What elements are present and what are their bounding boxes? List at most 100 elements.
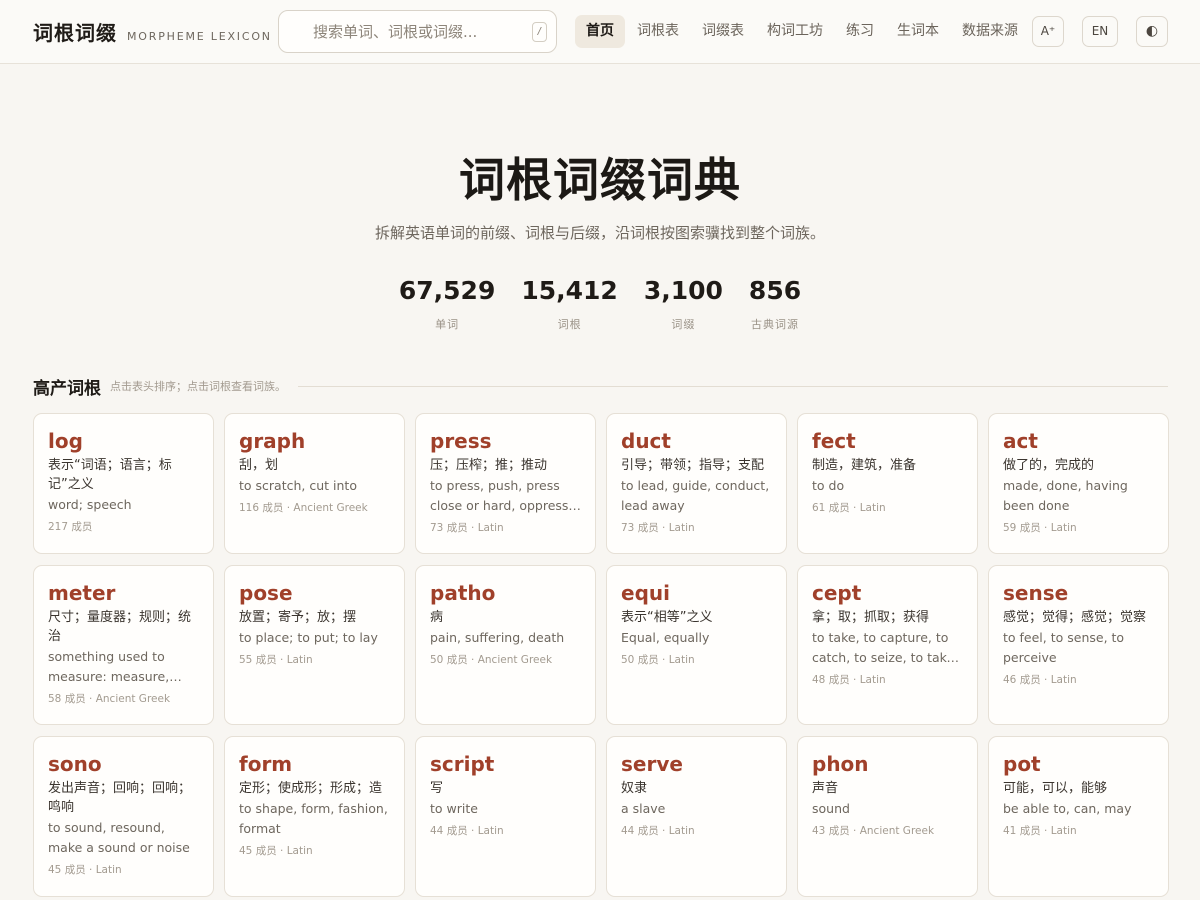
root-card-script[interactable]: script 写 to write 44 成员 · Latin [415, 736, 596, 897]
theme-toggle-icon[interactable]: ◐ [1136, 16, 1168, 47]
section-divider [298, 385, 1168, 387]
root-card-meaning-cn: 制造，建筑，准备 [812, 458, 917, 473]
root-card-title: fect [812, 429, 856, 453]
root-card-title: sense [1003, 581, 1069, 605]
root-card-meta: 44 成员 · Latin [621, 825, 695, 837]
root-card-meta: 55 成员 · Latin [239, 654, 313, 666]
root-card-meaning-cn: 可能，可以，能够 [1003, 781, 1108, 796]
root-card-duct[interactable]: duct 引导；带领；指导；支配 to lead, guide, conduct, … [606, 413, 787, 554]
root-card-meaning-cn: 做了的，完成的 [1003, 458, 1095, 473]
root-card-meaning-en: word; speech [48, 497, 132, 512]
nav-vocabulary-book[interactable]: 生词本 [886, 15, 950, 48]
root-card-meaning-cn: 表示“词语；语言；标记”之义 [48, 458, 172, 492]
root-card-meaning-en: made, done, having been done [1003, 478, 1128, 513]
root-card-meta: 73 成员 · Latin [430, 522, 504, 534]
root-card-press[interactable]: press 压；压榨；推；推动 to press, push, press clos… [415, 413, 596, 554]
root-card-log[interactable]: log 表示“词语；语言；标记”之义 word; speech 217 成员 [33, 413, 214, 554]
root-card-meaning-en: to take, to capture, to catch, to seize,… [812, 630, 955, 665]
root-card-meaning-cn: 病 [430, 610, 444, 625]
root-card-meaning-cn: 尺寸；量度器；规则；统治 [48, 610, 192, 644]
root-card-meaning-en: something used to measure: measure, rule… [48, 649, 170, 684]
stat-label: 词根 [557, 318, 582, 331]
root-card-meaning-en: Equal, equally [621, 630, 710, 645]
root-card-meta: 45 成员 · Latin [48, 864, 122, 876]
language-toggle-button[interactable]: EN [1082, 16, 1118, 47]
root-card-meta: 45 成员 · Latin [239, 845, 313, 857]
root-card-meta: 46 成员 · Latin [1003, 674, 1077, 686]
nav-data-sources[interactable]: 数据来源 [951, 15, 1029, 48]
root-card-pot[interactable]: pot 可能，可以，能够 be able to, can, may 41 成员 · L… [988, 736, 1169, 897]
root-card-title: press [430, 429, 492, 453]
root-card-phon[interactable]: phon 声音 sound 43 成员 · Ancient Greek [797, 736, 978, 897]
root-card-meaning-en: sound [812, 801, 850, 816]
root-card-title: phon [812, 752, 869, 776]
stat-value: 3,100 [643, 276, 723, 305]
root-card-meaning-cn: 刮，划 [239, 458, 279, 473]
root-card-meter[interactable]: meter 尺寸；量度器；规则；统治 something used to measu… [33, 565, 214, 725]
root-card-meaning-cn: 压；压榨；推；推动 [430, 458, 548, 473]
root-card-meta: 116 成员 · Ancient Greek [239, 502, 368, 514]
root-card-title: form [239, 752, 293, 776]
root-card-graph[interactable]: graph 刮，划 to scratch, cut into 116 成员 · Anc… [224, 413, 405, 554]
top-bar: 词根词缀 MORPHEME LEXICON / 首页 词根表 词缀表 构词工坊 … [0, 0, 1200, 64]
nav-home[interactable]: 首页 [575, 15, 625, 48]
root-card-meta: 217 成员 [48, 521, 93, 533]
brand-subtitle: MORPHEME LEXICON [127, 30, 272, 43]
root-card-fect[interactable]: fect 制造，建筑，准备 to do 61 成员 · Latin [797, 413, 978, 554]
search-icon [293, 25, 305, 37]
root-card-meaning-cn: 发出声音；回响；回响；鸣响 [48, 781, 192, 815]
section-header: 高产词根 点击表头排序；点击词根查看词族。 [33, 374, 1168, 399]
hero-subtitle: 拆解英语单词的前缀、词根与后缀，沿词根按图索骥找到整个词族。 [374, 224, 825, 242]
root-card-title: graph [239, 429, 306, 453]
root-card-meta: 44 成员 · Latin [430, 825, 504, 837]
stats-row: 67,529 单词 15,412 词根 3,100 词缀 856 古典词源 [0, 276, 1200, 332]
root-card-serve[interactable]: serve 奴隶 a slave 44 成员 · Latin [606, 736, 787, 897]
root-card-meaning-cn: 奴隶 [621, 781, 648, 796]
root-card-meta: 41 成员 · Latin [1003, 825, 1077, 837]
nav-practice[interactable]: 练习 [835, 15, 885, 48]
stat-value: 15,412 [521, 276, 618, 305]
root-card-meaning-en: to sound, resound, make a sound or noise [48, 820, 190, 855]
nav-roots[interactable]: 词根表 [626, 15, 690, 48]
root-card-title: sono [48, 752, 102, 776]
root-card-title: script [430, 752, 495, 776]
nav-affixes[interactable]: 词缀表 [691, 15, 755, 48]
root-card-act[interactable]: act 做了的，完成的 made, done, having been done 59… [988, 413, 1169, 554]
root-card-title: meter [48, 581, 116, 605]
root-card-meta: 50 成员 · Ancient Greek [430, 654, 553, 666]
brand[interactable]: 词根词缀 MORPHEME LEXICON [33, 17, 272, 46]
nav-word-workshop[interactable]: 构词工坊 [756, 15, 834, 48]
stat-label: 词缀 [671, 318, 696, 331]
root-card-meaning-en: a slave [621, 801, 666, 816]
root-card-form[interactable]: form 定形；使成形；形成；造 to shape, form, fashion, … [224, 736, 405, 897]
root-card-meaning-en: to lead, guide, conduct, lead away [621, 478, 770, 513]
root-card-meaning-en: to feel, to sense, to perceive [1003, 630, 1125, 665]
root-card-patho[interactable]: patho 病 pain, suffering, death 50 成员 · Anci… [415, 565, 596, 725]
font-size-button[interactable]: A⁺ [1032, 16, 1064, 47]
root-card-meaning-cn: 表示“相等”之义 [621, 610, 713, 625]
root-card-pose[interactable]: pose 放置；寄予；放；摆 to place; to put; to lay 55 … [224, 565, 405, 725]
root-card-meta: 50 成员 · Latin [621, 654, 695, 666]
root-card-meta: 43 成员 · Ancient Greek [812, 825, 935, 837]
root-card-cept[interactable]: cept 拿；取；抓取；获得 to take, to capture, to cat… [797, 565, 978, 725]
root-card-sense[interactable]: sense 感觉；觉得；感觉；觉察 to feel, to sense, to pe… [988, 565, 1169, 725]
root-card-sono[interactable]: sono 发出声音；回响；回响；鸣响 to sound, resound, make… [33, 736, 214, 897]
search-input[interactable] [313, 20, 523, 44]
root-card-meaning-cn: 感觉；觉得；感觉；觉察 [1003, 610, 1147, 625]
root-card-meaning-en: to place; to put; to lay [239, 630, 378, 645]
root-card-title: serve [621, 752, 683, 776]
stat-value: 856 [748, 276, 802, 305]
search-box[interactable]: / [278, 10, 557, 53]
root-card-title: act [1003, 429, 1038, 453]
main-nav: 首页 词根表 词缀表 构词工坊 练习 生词本 数据来源 [575, 15, 1030, 48]
root-card-title: pot [1003, 752, 1041, 776]
section-title: 高产词根 [33, 378, 101, 399]
stat-classical-origins: 856 古典词源 [749, 276, 801, 332]
root-card-meaning-en: to write [430, 801, 478, 816]
stat-value: 67,529 [398, 276, 496, 305]
root-card-equi[interactable]: equi 表示“相等”之义 Equal, equally 50 成员 · Latin [606, 565, 787, 725]
root-card-meaning-en: to scratch, cut into [239, 478, 357, 493]
root-card-title: pose [239, 581, 293, 605]
root-card-meta: 73 成员 · Latin [621, 522, 695, 534]
root-card-meta: 61 成员 · Latin [812, 502, 886, 514]
